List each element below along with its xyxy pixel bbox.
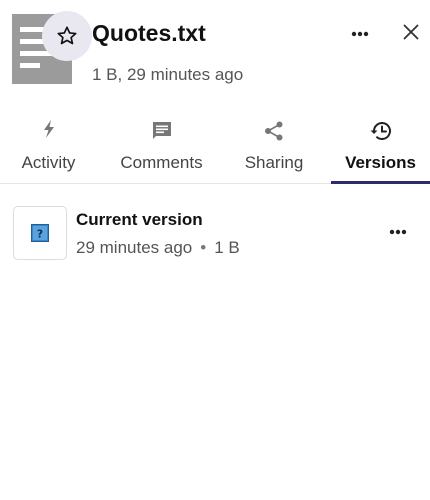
history-icon bbox=[370, 122, 391, 140]
lightning-icon bbox=[43, 120, 54, 138]
sidebar-header: Quotes.txt 1 B, 29 minutes ago bbox=[0, 0, 430, 110]
share-icon bbox=[265, 121, 283, 141]
star-outline-icon bbox=[57, 26, 77, 45]
tab-activity[interactable]: Activity bbox=[0, 110, 97, 183]
more-actions-button[interactable] bbox=[343, 19, 377, 49]
ellipsis-icon bbox=[389, 229, 407, 235]
version-more-button[interactable] bbox=[381, 217, 415, 247]
version-row[interactable]: ? Current version 29 minutes ago • 1 B bbox=[0, 195, 430, 267]
file-name: Quotes.txt bbox=[92, 20, 206, 46]
tab-label: Versions bbox=[345, 153, 416, 172]
file-meta: 1 B, 29 minutes ago bbox=[92, 65, 244, 84]
tab-bar: Activity Comments Sharing Versions bbox=[0, 110, 430, 184]
comment-icon bbox=[152, 122, 171, 139]
version-size: 1 B bbox=[214, 238, 240, 257]
svg-text:?: ? bbox=[37, 228, 43, 241]
unknown-file-icon: ? bbox=[31, 224, 49, 242]
tab-versions[interactable]: Versions bbox=[331, 110, 430, 184]
tab-label: Activity bbox=[21, 153, 76, 172]
separator-dot: • bbox=[200, 238, 207, 257]
active-tab-indicator bbox=[331, 181, 430, 184]
version-meta: 29 minutes ago • 1 B bbox=[76, 238, 240, 258]
close-icon bbox=[403, 24, 419, 40]
version-time: 29 minutes ago bbox=[76, 238, 193, 257]
version-title: Current version bbox=[76, 210, 203, 229]
tab-sharing[interactable]: Sharing bbox=[230, 110, 318, 183]
version-thumbnail: ? bbox=[13, 206, 67, 260]
tab-label: Comments bbox=[120, 153, 203, 172]
ellipsis-icon bbox=[351, 31, 369, 37]
tab-label: Sharing bbox=[244, 153, 304, 172]
favorite-button[interactable] bbox=[42, 11, 92, 61]
tab-comments[interactable]: Comments bbox=[110, 110, 213, 183]
close-button[interactable] bbox=[396, 17, 426, 47]
